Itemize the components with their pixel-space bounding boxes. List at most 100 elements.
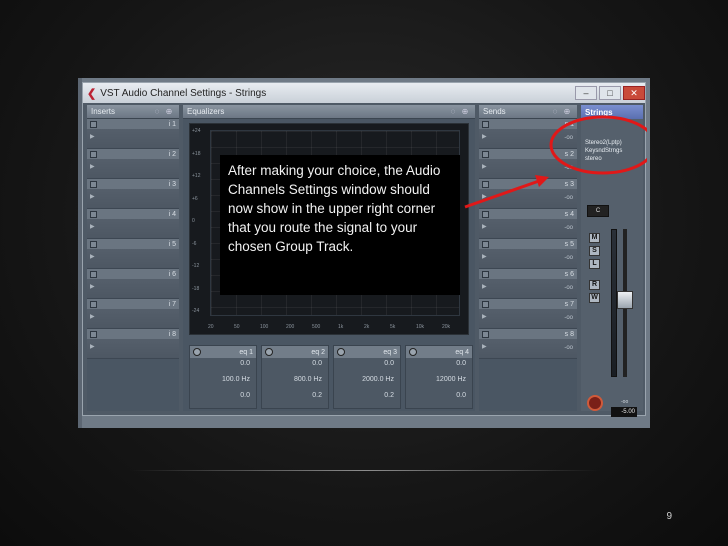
- inserts-power-icon[interactable]: ◌: [151, 107, 163, 117]
- eq-band-q[interactable]: 0.0: [190, 390, 256, 406]
- expand-arrow-icon[interactable]: ▶: [90, 253, 95, 260]
- send-slot[interactable]: s 1 ▶ -oo: [479, 119, 577, 149]
- routing-output: Stereo2(Lptp): [585, 140, 622, 146]
- page-number: 9: [666, 511, 672, 522]
- eq-band-power-icon[interactable]: [409, 348, 417, 356]
- sends-header: Sends ◌ ⊕: [479, 105, 577, 119]
- eq-band-q[interactable]: 0.2: [262, 390, 328, 406]
- send-enable-checkbox[interactable]: [482, 150, 489, 158]
- sends-power-icon[interactable]: ◌: [549, 107, 561, 117]
- send-enable-checkbox[interactable]: [482, 120, 489, 128]
- send-slot[interactable]: s 3 ▶ -oo: [479, 179, 577, 209]
- eq-band-power-icon[interactable]: [337, 348, 345, 356]
- insert-slot[interactable]: i 6 ▶: [87, 269, 179, 299]
- insert-bypass-checkbox[interactable]: [90, 270, 97, 278]
- eq-band-gain[interactable]: 0.0: [334, 358, 400, 374]
- inserts-bypass-icon[interactable]: ⊕: [163, 107, 175, 117]
- maximize-button[interactable]: □: [599, 86, 621, 100]
- insert-slot[interactable]: i 2 ▶: [87, 149, 179, 179]
- insert-slot-number: i 4: [168, 210, 176, 218]
- expand-arrow-icon[interactable]: ▶: [482, 193, 487, 200]
- expand-arrow-icon[interactable]: ▶: [482, 343, 487, 350]
- eq-bypass-icon[interactable]: ⊕: [459, 107, 471, 117]
- routing-group: KeysndStrngs: [585, 148, 623, 154]
- insert-bypass-checkbox[interactable]: [90, 180, 97, 188]
- eq-band: eq 4 0.0 12000 Hz 0.0: [405, 345, 473, 409]
- send-slot[interactable]: s 7 ▶ -oo: [479, 299, 577, 329]
- eq-band-frequency[interactable]: 12000 Hz: [406, 374, 472, 390]
- send-slot[interactable]: s 6 ▶ -oo: [479, 269, 577, 299]
- insert-bypass-checkbox[interactable]: [90, 120, 97, 128]
- expand-arrow-icon[interactable]: ▶: [482, 253, 487, 260]
- eq-band-q[interactable]: 0.0: [406, 390, 472, 406]
- eq-band-frequency[interactable]: 100.0 Hz: [190, 374, 256, 390]
- send-slot[interactable]: s 2 ▶ -oo: [479, 149, 577, 179]
- expand-arrow-icon[interactable]: ▶: [482, 163, 487, 170]
- channel-button-l[interactable]: L: [589, 259, 600, 269]
- eq-y-tick: -18: [192, 285, 200, 292]
- expand-arrow-icon[interactable]: ▶: [90, 313, 95, 320]
- send-slot[interactable]: s 5 ▶ -oo: [479, 239, 577, 269]
- eq-band-frequency[interactable]: 800.0 Hz: [262, 374, 328, 390]
- expand-arrow-icon[interactable]: ▶: [482, 223, 487, 230]
- expand-arrow-icon[interactable]: ▶: [90, 223, 95, 230]
- window-titlebar[interactable]: ❮ VST Audio Channel Settings - Strings –…: [83, 83, 645, 103]
- send-enable-checkbox[interactable]: [482, 330, 489, 338]
- channel-button-r[interactable]: R: [589, 280, 600, 290]
- expand-arrow-icon[interactable]: ▶: [90, 193, 95, 200]
- eq-power-icon[interactable]: ◌: [447, 107, 459, 117]
- channel-button-m[interactable]: M: [589, 233, 600, 243]
- send-slot[interactable]: s 8 ▶ -oo: [479, 329, 577, 359]
- insert-bypass-checkbox[interactable]: [90, 240, 97, 248]
- expand-arrow-icon[interactable]: ▶: [482, 283, 487, 290]
- insert-slot[interactable]: i 7 ▶: [87, 299, 179, 329]
- eq-band-q[interactable]: 0.2: [334, 390, 400, 406]
- eq-band-gain[interactable]: 0.0: [190, 358, 256, 374]
- volume-readout[interactable]: -5.00: [611, 407, 637, 417]
- send-enable-checkbox[interactable]: [482, 270, 489, 278]
- expand-arrow-icon[interactable]: ▶: [90, 343, 95, 350]
- callout-text: After making your choice, the Audio Chan…: [228, 163, 441, 254]
- insert-bypass-checkbox[interactable]: [90, 210, 97, 218]
- send-enable-checkbox[interactable]: [482, 210, 489, 218]
- expand-arrow-icon[interactable]: ▶: [482, 313, 487, 320]
- cubase-logo-icon: ❮: [87, 87, 97, 100]
- minimize-button[interactable]: –: [575, 86, 597, 100]
- close-button[interactable]: ✕: [623, 86, 645, 100]
- insert-slot[interactable]: i 4 ▶: [87, 209, 179, 239]
- insert-bypass-checkbox[interactable]: [90, 300, 97, 308]
- expand-arrow-icon[interactable]: ▶: [90, 133, 95, 140]
- insert-slot[interactable]: i 3 ▶: [87, 179, 179, 209]
- record-enable-button[interactable]: [587, 395, 603, 411]
- send-level: -oo: [564, 195, 573, 201]
- send-enable-checkbox[interactable]: [482, 180, 489, 188]
- eq-band-power-icon[interactable]: [265, 348, 273, 356]
- insert-bypass-checkbox[interactable]: [90, 330, 97, 338]
- eq-x-tick: 200: [286, 324, 295, 330]
- insert-slot-number: i 8: [168, 330, 176, 338]
- send-slot[interactable]: s 4 ▶ -oo: [479, 209, 577, 239]
- channel-name[interactable]: Strings: [581, 105, 643, 119]
- insert-slot[interactable]: i 1 ▶: [87, 119, 179, 149]
- eq-band-frequency[interactable]: 2000.0 Hz: [334, 374, 400, 390]
- expand-arrow-icon[interactable]: ▶: [90, 283, 95, 290]
- insert-slot[interactable]: i 8 ▶: [87, 329, 179, 359]
- sends-bypass-icon[interactable]: ⊕: [561, 107, 573, 117]
- eq-band-gain[interactable]: 0.0: [262, 358, 328, 374]
- insert-bypass-checkbox[interactable]: [90, 150, 97, 158]
- pan-control[interactable]: C: [587, 205, 609, 217]
- send-enable-checkbox[interactable]: [482, 300, 489, 308]
- volume-fader[interactable]: [617, 291, 633, 309]
- expand-arrow-icon[interactable]: ▶: [90, 163, 95, 170]
- eq-band-power-icon[interactable]: [193, 348, 201, 356]
- send-slot-number: s 4: [564, 210, 574, 218]
- insert-slot[interactable]: i 5 ▶: [87, 239, 179, 269]
- expand-arrow-icon[interactable]: ▶: [482, 133, 487, 140]
- channel-button-s[interactable]: S: [589, 246, 600, 256]
- send-enable-checkbox[interactable]: [482, 240, 489, 248]
- output-routing[interactable]: Stereo2(Lptp) KeysndStrngs stereo: [585, 139, 625, 163]
- channel-button-w[interactable]: W: [589, 293, 600, 303]
- send-slot-number: s 5: [564, 240, 574, 248]
- peak-readout: -oo: [621, 399, 629, 405]
- eq-band-gain[interactable]: 0.0: [406, 358, 472, 374]
